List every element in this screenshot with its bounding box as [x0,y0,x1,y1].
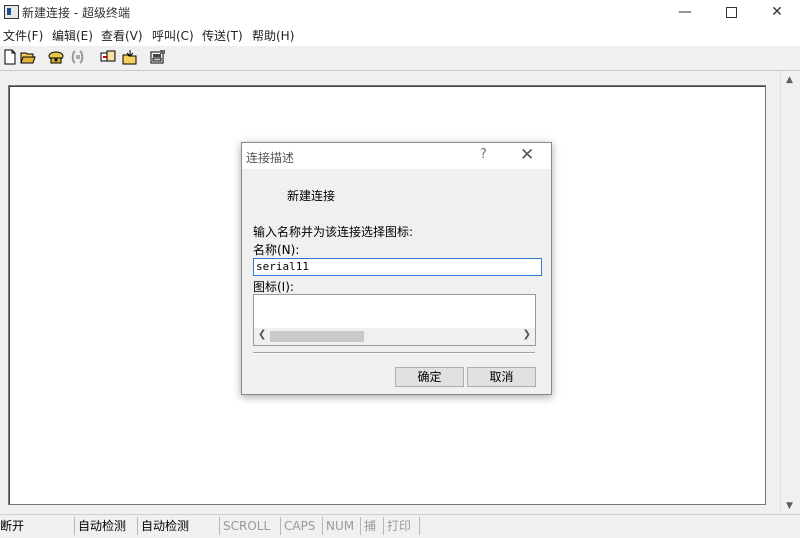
status-caps: CAPS [281,517,323,535]
menu-bar: 文件(F) 编辑(E) 查看(V) 呼叫(C) 传送(T) 帮助(H) [0,24,800,47]
name-label: 名称(N): [253,243,300,257]
scroll-up-icon[interactable]: ▲ [786,75,793,85]
icon-list[interactable]: ❮ ❯ [253,294,536,346]
connection-description-dialog: 连接描述 ? ✕ 新建连接 输入名称并为该连接选择图标: 名称(N): seri… [241,142,552,395]
scroll-right-icon[interactable]: ❯ [523,329,531,340]
status-num: NUM [323,517,361,535]
dialog-heading: 新建连接 [287,189,336,203]
status-capture: 捕 [361,517,384,535]
dialog-title: 连接描述 [246,151,295,165]
menu-help[interactable]: 帮助(H) [252,27,294,44]
status-bar: 断开 自动检测 自动检测 SCROLL CAPS NUM 捕 打印 [0,514,800,538]
menu-transfer[interactable]: 传送(T) [202,27,243,44]
dialog-prompt: 输入名称并为该连接选择图标: [253,225,414,239]
maximize-icon [725,6,737,18]
name-input[interactable]: serial11 [253,258,542,276]
window-title: 新建连接 - 超级终端 [22,6,130,20]
properties-icon[interactable] [150,49,166,65]
status-print: 打印 [384,517,420,535]
help-button[interactable]: ? [480,147,487,162]
dialog-title-bar: 连接描述 ? ✕ [242,143,551,169]
status-detect-1: 自动检测 [75,517,138,535]
menu-view[interactable]: 查看(V) [101,27,143,44]
status-connection: 断开 [0,517,75,535]
vertical-scrollbar[interactable]: ▲ ▼ [780,71,800,514]
minimize-button[interactable]: — [662,0,708,24]
status-scroll: SCROLL [220,517,281,535]
icon-label: 图标(I): [253,280,294,294]
ok-button[interactable]: 确定 [395,367,464,387]
scroll-left-icon[interactable]: ❮ [258,329,266,340]
toolbar [0,46,800,71]
cancel-button[interactable]: 取消 [467,367,536,387]
scroll-down-icon[interactable]: ▼ [786,501,793,511]
new-icon[interactable] [2,49,18,65]
icon-list-scrollbar[interactable]: ❮ ❯ [254,328,535,345]
dialog-separator [253,352,535,354]
scroll-thumb[interactable] [270,331,364,342]
menu-edit[interactable]: 编辑(E) [52,27,93,44]
connect-icon[interactable] [48,49,64,65]
dialog-close-button[interactable]: ✕ [520,145,534,165]
receive-icon[interactable] [122,49,138,65]
menu-call[interactable]: 呼叫(C) [152,27,194,44]
title-bar: 新建连接 - 超级终端 — ✕ [0,0,800,24]
close-button[interactable]: ✕ [754,0,800,24]
send-icon[interactable] [100,49,116,65]
menu-file[interactable]: 文件(F) [3,27,43,44]
disconnect-icon[interactable] [70,49,86,65]
open-icon[interactable] [20,49,36,65]
app-icon [4,5,19,19]
status-detect-2: 自动检测 [138,517,220,535]
maximize-button[interactable] [708,0,754,24]
